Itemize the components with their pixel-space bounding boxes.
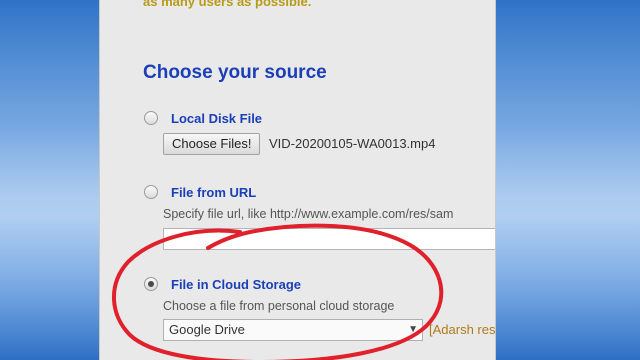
- source-panel: as many users as possible. Choose your s…: [99, 0, 496, 360]
- url-label[interactable]: File from URL: [171, 185, 256, 200]
- choose-files-button[interactable]: Choose Files!: [163, 133, 261, 155]
- intro-text: as many users as possible.: [143, 0, 312, 9]
- section-title: Choose your source: [143, 62, 327, 83]
- background-glow-left: [0, 0, 99, 360]
- cloud-provider-value: Google Drive: [169, 322, 245, 337]
- cloud-radio[interactable]: [144, 277, 158, 291]
- local-disk-radio[interactable]: [144, 111, 158, 125]
- cloud-note: [Adarsh res: [429, 322, 496, 337]
- local-disk-label[interactable]: Local Disk File: [171, 111, 262, 126]
- url-input[interactable]: [163, 228, 495, 250]
- background-glow-right: [494, 0, 640, 360]
- cloud-hint: Choose a file from personal cloud storag…: [163, 299, 395, 313]
- url-hint: Specify file url, like http://www.exampl…: [163, 207, 454, 221]
- cloud-label[interactable]: File in Cloud Storage: [171, 277, 301, 292]
- selected-file-name: VID-20200105-WA0013.mp4: [269, 136, 436, 151]
- cloud-provider-select[interactable]: Google Drive ▼: [163, 319, 423, 341]
- url-radio[interactable]: [144, 185, 158, 199]
- chevron-down-icon: ▼: [408, 324, 418, 335]
